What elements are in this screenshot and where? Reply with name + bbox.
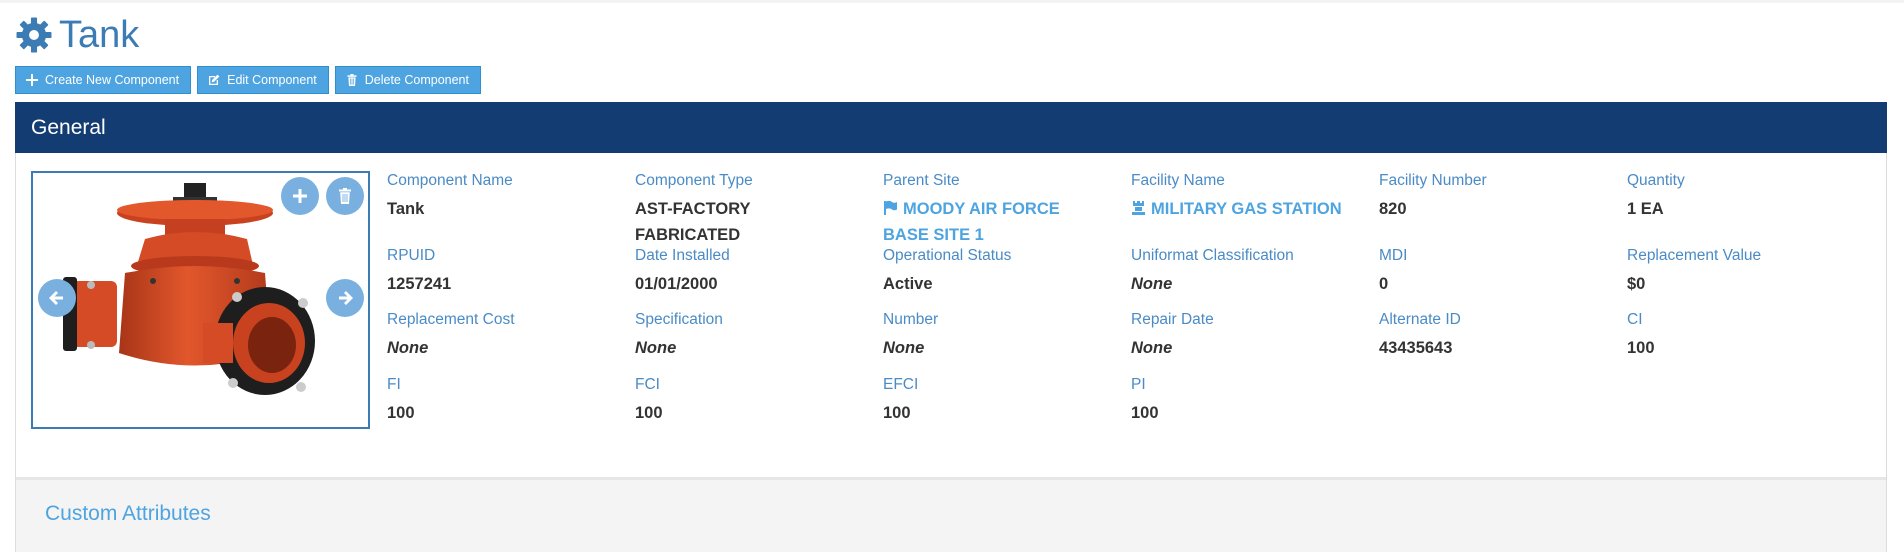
field-quantity: Quantity 1 EA (1627, 171, 1867, 222)
field-label: Facility Name (1131, 172, 1225, 189)
field-label: Alternate ID (1379, 311, 1461, 328)
field-value: 100 (1627, 339, 1655, 357)
field-label: Uniformat Classification (1131, 247, 1294, 264)
field-value: None (635, 339, 677, 357)
field-facility-number: Facility Number 820 (1379, 171, 1619, 222)
field-mdi: MDI 0 (1379, 246, 1619, 297)
field-pi: PI 100 (1131, 375, 1371, 426)
field-label: MDI (1379, 247, 1408, 264)
field-value: 01/01/2000 (635, 275, 718, 293)
gear-icon (16, 17, 52, 53)
facility-name-value: MILITARY GAS STATION (1151, 200, 1342, 218)
field-replacement-value: Replacement Value $0 (1627, 246, 1867, 297)
page-title: Tank (59, 14, 140, 56)
field-label: EFCI (883, 376, 919, 393)
plus-icon (293, 189, 307, 203)
field-value: Tank (387, 200, 425, 218)
field-date-installed: Date Installed 01/01/2000 (635, 246, 875, 297)
field-label: FCI (635, 376, 660, 393)
edit-component-button[interactable]: Edit Component (197, 66, 329, 94)
trash-icon (347, 74, 357, 86)
edit-icon (209, 74, 220, 85)
field-value: 100 (635, 404, 663, 422)
custom-attributes-title[interactable]: Custom Attributes (45, 502, 211, 526)
field-component-type: Component Type AST-FACTORY FABRICATED (635, 171, 875, 248)
next-image-button[interactable] (326, 279, 364, 317)
field-value: 1257241 (387, 275, 452, 293)
field-ci: CI 100 (1627, 310, 1867, 361)
flag-icon (884, 200, 897, 215)
field-label: Date Installed (635, 247, 730, 264)
field-facility-name: Facility Name MILITARY GAS STATION (1131, 171, 1371, 222)
field-efci: EFCI 100 (883, 375, 1123, 426)
component-image-carousel (31, 171, 370, 429)
field-alternate-id: Alternate ID 43435643 (1379, 310, 1619, 361)
field-value: None (1131, 275, 1173, 293)
arrow-left-icon (49, 291, 63, 305)
field-label: RPUID (387, 247, 436, 264)
edit-component-label: Edit Component (227, 73, 317, 87)
field-label: Number (883, 311, 939, 328)
facility-name-link[interactable]: MILITARY GAS STATION (1131, 196, 1391, 222)
field-replacement-cost: Replacement Cost None (387, 310, 627, 361)
create-component-label: Create New Component (45, 73, 180, 87)
field-value: Active (883, 275, 933, 293)
field-label: Replacement Value (1627, 247, 1762, 264)
arrow-right-icon (339, 291, 353, 305)
delete-component-label: Delete Component (364, 73, 469, 87)
delete-image-button[interactable] (326, 177, 364, 215)
field-value: $0 (1627, 275, 1646, 293)
field-parent-site: Parent Site MOODY AIR FORCE BASE SITE 1 (883, 171, 1123, 248)
field-label: Repair Date (1131, 311, 1214, 328)
field-value: None (1131, 339, 1173, 357)
page-header: Tank (15, 12, 139, 58)
field-label: FI (387, 376, 401, 393)
field-value: 43435643 (1379, 339, 1453, 357)
field-fi: FI 100 (387, 375, 627, 426)
add-image-button[interactable] (281, 177, 319, 215)
parent-site-link[interactable]: MOODY AIR FORCE BASE SITE 1 (883, 196, 1093, 248)
field-repair-date: Repair Date None (1131, 310, 1371, 361)
field-value: 0 (1379, 275, 1389, 293)
field-specification: Specification None (635, 310, 875, 361)
field-label: Specification (635, 311, 723, 328)
field-label: CI (1627, 311, 1643, 328)
field-label: Parent Site (883, 172, 960, 189)
previous-image-button[interactable] (38, 279, 76, 317)
field-value: 1 EA (1627, 200, 1664, 218)
field-label: Replacement Cost (387, 311, 515, 328)
field-label: Component Name (387, 172, 513, 189)
top-border (0, 0, 1904, 3)
general-panel: General Component Name Tank Component Ty… (15, 102, 1887, 552)
field-label: PI (1131, 376, 1146, 393)
field-label: Quantity (1627, 172, 1685, 189)
component-photo (63, 183, 315, 395)
field-component-name: Component Name Tank (387, 171, 627, 222)
field-uniformat-classification: Uniformat Classification None (1131, 246, 1371, 297)
field-label: Facility Number (1379, 172, 1487, 189)
create-component-button[interactable]: Create New Component (15, 66, 192, 94)
parent-site-value: MOODY AIR FORCE BASE SITE 1 (883, 200, 1060, 244)
plus-icon (26, 74, 38, 86)
field-value: 100 (387, 404, 415, 422)
field-fci: FCI 100 (635, 375, 875, 426)
toolbar: Create New Component Edit Component Dele… (15, 66, 487, 94)
field-value: 100 (1131, 404, 1159, 422)
castle-icon (1132, 201, 1145, 215)
field-number: Number None (883, 310, 1123, 361)
field-operational-status: Operational Status Active (883, 246, 1123, 297)
delete-component-button[interactable]: Delete Component (334, 66, 481, 94)
field-value: 100 (883, 404, 911, 422)
field-label: Component Type (635, 172, 753, 189)
field-value: 820 (1379, 200, 1407, 218)
trash-icon (339, 188, 351, 204)
field-value: None (387, 339, 429, 357)
field-value: None (883, 339, 925, 357)
field-value: AST-FACTORY FABRICATED (635, 200, 751, 244)
field-rpuid: RPUID 1257241 (387, 246, 627, 297)
general-panel-header: General (15, 102, 1887, 153)
field-label: Operational Status (883, 247, 1012, 264)
custom-attributes-section[interactable]: Custom Attributes (16, 477, 1886, 552)
